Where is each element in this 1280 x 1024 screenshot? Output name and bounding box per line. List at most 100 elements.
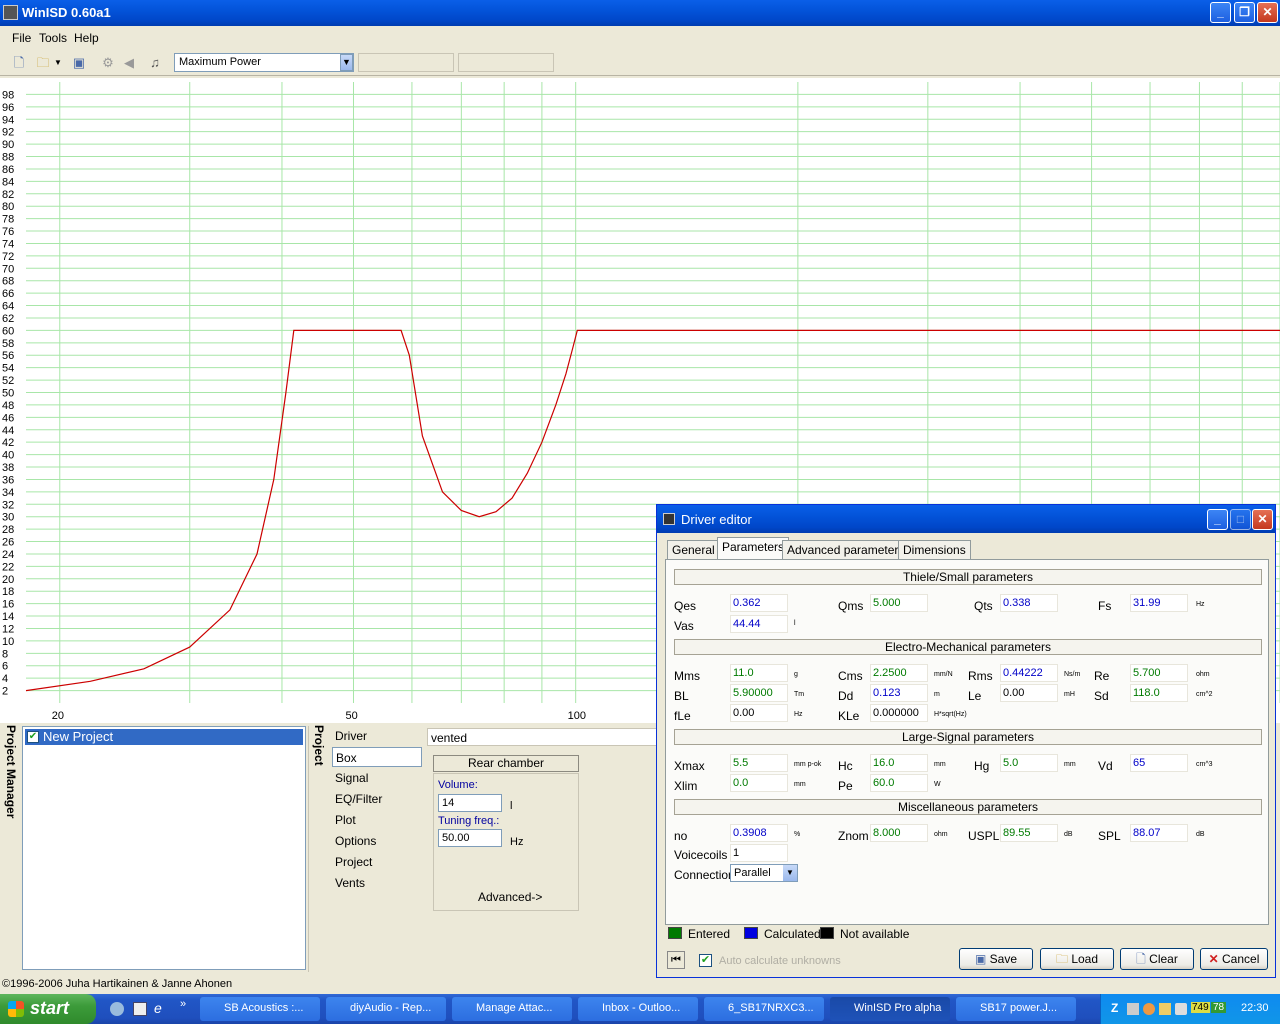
- rms-input[interactable]: 0.44222: [1000, 664, 1058, 682]
- legend-not-available-swatch: [820, 927, 834, 939]
- kle-input[interactable]: 0.000000: [870, 704, 928, 722]
- task-diyaudio[interactable]: diyAudio - Rep...: [326, 997, 446, 1021]
- hg-input[interactable]: 5.0: [1000, 754, 1058, 772]
- tab-dimensions[interactable]: Dimensions: [898, 540, 971, 559]
- save-icon[interactable]: ▣: [70, 54, 88, 72]
- dd-input[interactable]: 0.123: [870, 684, 928, 702]
- nav-vents[interactable]: Vents: [332, 873, 422, 893]
- quicklaunch-browser-icon[interactable]: e: [154, 1000, 162, 1016]
- cancel-button[interactable]: ✕ Cancel: [1200, 948, 1268, 970]
- qms-input[interactable]: 5.000: [870, 594, 928, 612]
- re-input[interactable]: 5.700: [1130, 664, 1188, 682]
- project-list[interactable]: New Project ✔: [22, 726, 306, 970]
- nav-signal[interactable]: Signal: [332, 768, 422, 788]
- pin-icon[interactable]: ⏮: [667, 951, 685, 969]
- cms-input[interactable]: 2.2500: [870, 664, 928, 682]
- menu-file[interactable]: File: [12, 31, 31, 45]
- editor-app-icon[interactable]: [663, 513, 675, 525]
- plot-mode-select[interactable]: Maximum Power: [174, 53, 354, 72]
- editor-maximize-button[interactable]: □: [1230, 509, 1251, 530]
- nav-project[interactable]: Project: [332, 852, 422, 872]
- menu-help[interactable]: Help: [74, 31, 99, 45]
- close-button[interactable]: ✕: [1257, 2, 1278, 23]
- nav-options[interactable]: Options: [332, 831, 422, 851]
- sd-input[interactable]: 118.0: [1130, 684, 1188, 702]
- tab-parameters[interactable]: Parameters: [717, 537, 790, 559]
- le-unit: mH: [1064, 691, 1075, 698]
- advanced-button[interactable]: Advanced->: [478, 890, 542, 904]
- vas-input[interactable]: 44.44: [730, 615, 788, 633]
- new-file-icon[interactable]: 🗋: [10, 54, 28, 72]
- y-tick-label: 80: [2, 201, 14, 213]
- le-input[interactable]: 0.00: [1000, 684, 1058, 702]
- nav-plot[interactable]: Plot: [332, 810, 422, 830]
- editor-close-button[interactable]: ✕: [1252, 509, 1273, 530]
- task-sb-acoustics[interactable]: SB Acoustics :...: [200, 997, 320, 1021]
- mms-input[interactable]: 11.0: [730, 664, 788, 682]
- legend-calculated-label: Calculated: [764, 927, 821, 941]
- task-pdf[interactable]: 6_SB17NRXC3...: [704, 997, 824, 1021]
- uspl-input[interactable]: 89.55: [1000, 824, 1058, 842]
- app-icon[interactable]: [3, 5, 18, 20]
- start-button[interactable]: start: [0, 994, 96, 1024]
- task-sb17-power[interactable]: SB17 power.J...: [956, 997, 1076, 1021]
- nav-eq-filter[interactable]: EQ/Filter: [332, 789, 422, 809]
- re-unit: ohm: [1196, 671, 1210, 678]
- tab-general[interactable]: General: [667, 540, 720, 559]
- open-folder-icon[interactable]: 🗀: [34, 54, 52, 72]
- qts-input[interactable]: 0.338: [1000, 594, 1058, 612]
- xmax-input[interactable]: 5.5: [730, 754, 788, 772]
- tray-network-icon[interactable]: [1127, 1003, 1139, 1015]
- fs-input[interactable]: 31.99: [1130, 594, 1188, 612]
- load-button[interactable]: 🗀 Load: [1040, 948, 1114, 970]
- task-inbox-outlook[interactable]: Inbox - Outloo...: [578, 997, 698, 1021]
- znom-input[interactable]: 8.000: [870, 824, 928, 842]
- no-input[interactable]: 0.3908: [730, 824, 788, 842]
- qes-input[interactable]: 0.362: [730, 594, 788, 612]
- y-tick-label: 2: [2, 686, 8, 698]
- tuning-input[interactable]: 50.00: [438, 829, 502, 847]
- menu-tools[interactable]: Tools: [39, 31, 67, 45]
- gear-icon[interactable]: ⚙: [99, 54, 117, 72]
- chevron-down-icon[interactable]: ▼: [783, 865, 797, 881]
- task-winisd[interactable]: WinISD Pro alpha: [830, 997, 950, 1021]
- clear-button[interactable]: 🗋 Clear: [1120, 948, 1194, 970]
- volume-unit: l: [510, 800, 513, 812]
- fle-input[interactable]: 0.00: [730, 704, 788, 722]
- project-item[interactable]: New Project: [25, 729, 303, 745]
- vd-input[interactable]: 65: [1130, 754, 1188, 772]
- speaker-icon[interactable]: ◀: [120, 54, 138, 72]
- xlim-input[interactable]: 0.0: [730, 774, 788, 792]
- voicecoils-input[interactable]: 1: [730, 844, 788, 862]
- restore-button[interactable]: ❐: [1234, 2, 1255, 23]
- tab-advanced-parameters[interactable]: Advanced parameters: [782, 540, 910, 559]
- nav-box[interactable]: Box: [332, 747, 422, 767]
- xmax-label: Xmax: [674, 759, 705, 773]
- quicklaunch-ie-icon[interactable]: [110, 1002, 124, 1016]
- auto-calc-checkbox[interactable]: ✔: [699, 954, 712, 967]
- minimize-button[interactable]: _: [1210, 2, 1231, 23]
- editor-minimize-button[interactable]: _: [1207, 509, 1228, 530]
- tray-z-icon[interactable]: Z: [1111, 1001, 1118, 1015]
- dropdown-arrow-icon[interactable]: ▼: [53, 54, 63, 72]
- pe-input[interactable]: 60.0: [870, 774, 928, 792]
- nav-driver[interactable]: Driver: [332, 726, 422, 746]
- hc-input[interactable]: 16.0: [870, 754, 928, 772]
- quicklaunch-desktop-icon[interactable]: [133, 1002, 147, 1016]
- music-note-icon[interactable]: ♫: [146, 54, 164, 72]
- tray-shield-icon[interactable]: [1175, 1003, 1187, 1015]
- tray-app-icon[interactable]: [1143, 1003, 1155, 1015]
- y-tick-label: 36: [2, 474, 14, 486]
- spl-input[interactable]: 88.07: [1130, 824, 1188, 842]
- bl-input[interactable]: 5.90000: [730, 684, 788, 702]
- chevron-down-icon[interactable]: ▼: [340, 54, 353, 71]
- task-manage-attachments[interactable]: Manage Attac...: [452, 997, 572, 1021]
- menu-bar: File Tools Help: [0, 27, 1280, 49]
- save-button[interactable]: ▣ Save: [959, 948, 1033, 970]
- tray-mail-icon[interactable]: [1159, 1003, 1171, 1015]
- quicklaunch-more-icon[interactable]: »: [180, 998, 186, 1010]
- project-checkbox[interactable]: ✔: [27, 731, 39, 743]
- box-type-select[interactable]: vented: [427, 728, 658, 746]
- system-tray: Z 749 78 22:30: [1100, 994, 1280, 1024]
- volume-input[interactable]: 14: [438, 794, 502, 812]
